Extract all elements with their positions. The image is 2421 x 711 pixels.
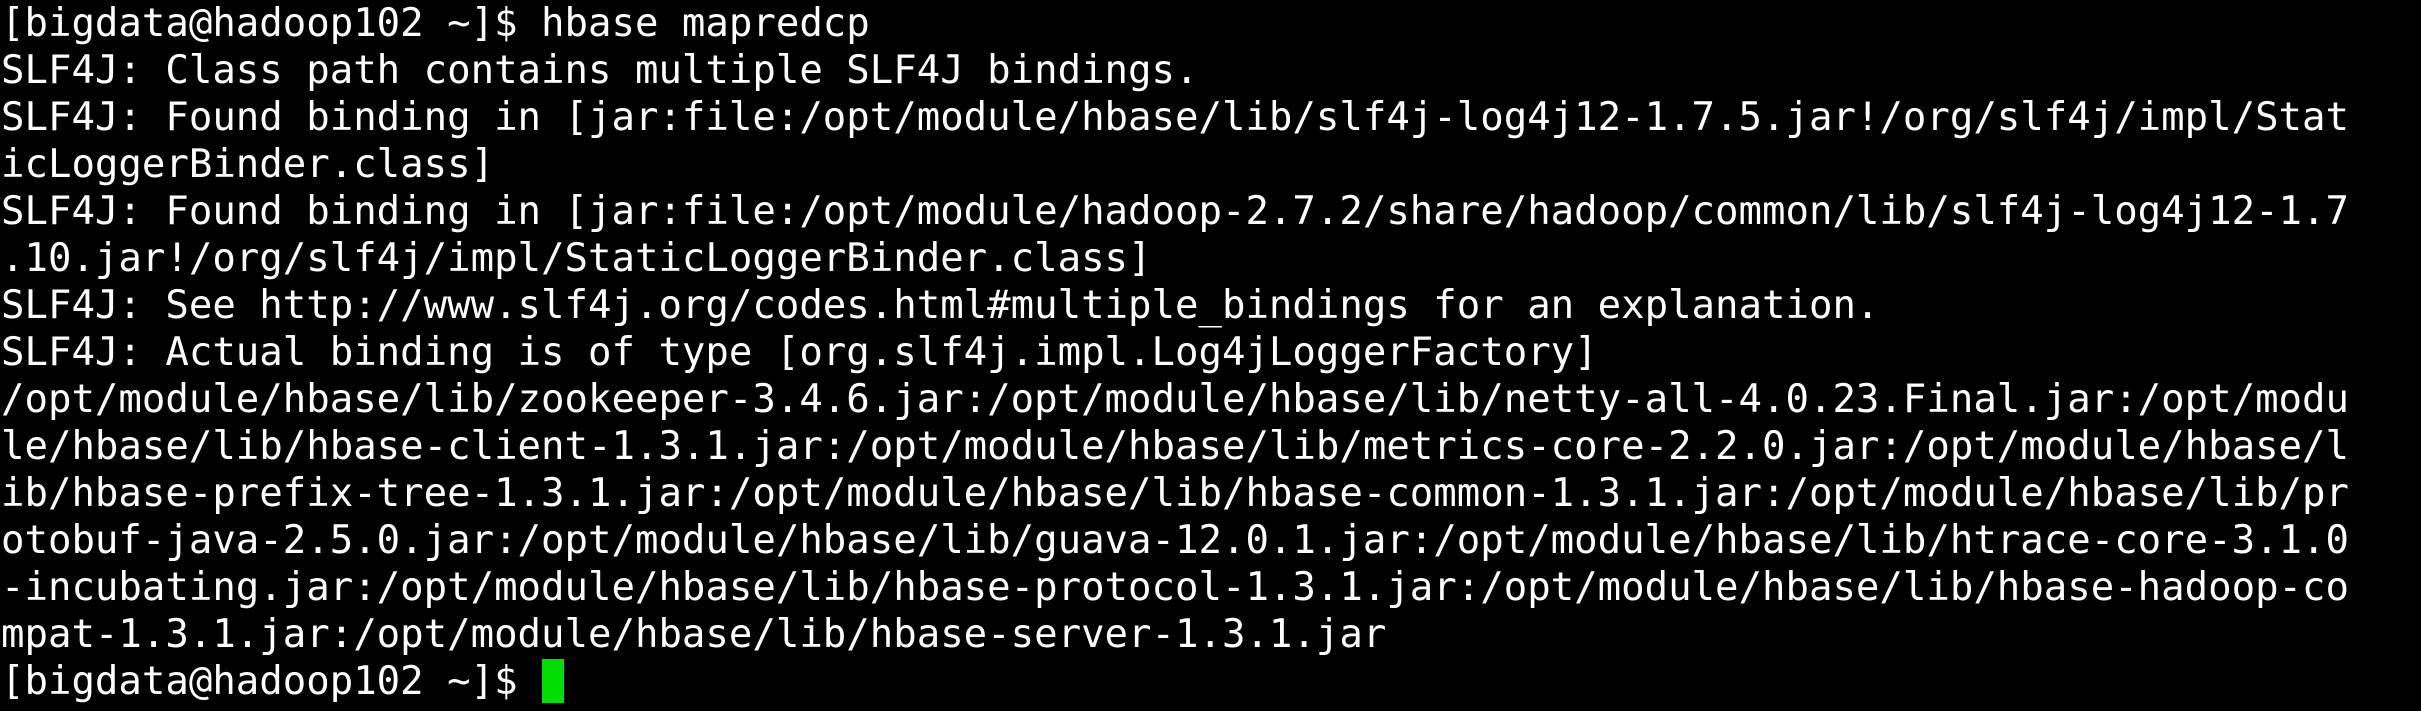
output-line: SLF4J: Found binding in [jar:file:/opt/m…: [1, 189, 2349, 234]
command-line: [bigdata@hadoop102 ~]$ hbase mapredcp: [1, 1, 870, 46]
output-line: icLoggerBinder.class]: [1, 142, 495, 187]
cursor-block: [542, 659, 565, 703]
terminal-window[interactable]: [bigdata@hadoop102 ~]$ hbase mapredcp SL…: [0, 0, 2421, 711]
output-line: -incubating.jar:/opt/module/hbase/lib/hb…: [1, 565, 2349, 610]
prompt-line[interactable]: [bigdata@hadoop102 ~]$: [1, 658, 2421, 705]
output-line: /opt/module/hbase/lib/zookeeper-3.4.6.ja…: [1, 377, 2349, 422]
output-line: le/hbase/lib/hbase-client-1.3.1.jar:/opt…: [1, 424, 2349, 469]
output-line: mpat-1.3.1.jar:/opt/module/hbase/lib/hba…: [1, 612, 1387, 657]
output-line: SLF4J: Found binding in [jar:file:/opt/m…: [1, 95, 2349, 140]
output-line: SLF4J: Actual binding is of type [org.sl…: [1, 330, 1598, 375]
output-line: ib/hbase-prefix-tree-1.3.1.jar:/opt/modu…: [1, 471, 2349, 516]
output-line: .10.jar!/org/slf4j/impl/StaticLoggerBind…: [1, 236, 1152, 281]
output-line: SLF4J: See http://www.slf4j.org/codes.ht…: [1, 283, 1880, 328]
shell-prompt: [bigdata@hadoop102 ~]$: [1, 659, 542, 704]
output-line: SLF4J: Class path contains multiple SLF4…: [1, 48, 1199, 93]
output-line: otobuf-java-2.5.0.jar:/opt/module/hbase/…: [1, 518, 2349, 563]
